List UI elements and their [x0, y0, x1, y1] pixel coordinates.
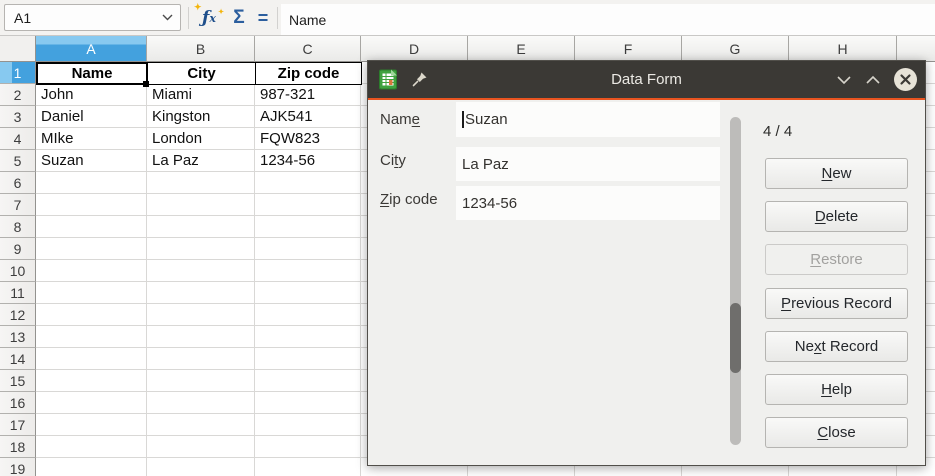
table-header-cell[interactable]: Zip code	[255, 62, 362, 85]
cell[interactable]: John	[37, 84, 146, 105]
next-record-button[interactable]: Next Record	[765, 331, 908, 362]
name-field[interactable]: Suzan	[456, 102, 720, 137]
column-header-E[interactable]: E	[468, 36, 575, 62]
column-header-partial[interactable]	[897, 36, 935, 62]
formula-bar: A1 ƒx Σ = Name	[0, 0, 935, 36]
name-box[interactable]: A1	[4, 4, 181, 31]
column-header-G[interactable]: G	[682, 36, 789, 62]
cell[interactable]: Suzan	[37, 150, 146, 171]
row-header-15[interactable]: 15	[0, 370, 36, 392]
zip-code-field-label: Zip code	[380, 191, 438, 208]
row-header-19[interactable]: 19	[0, 458, 36, 476]
dialog-title: Data Form	[611, 71, 682, 88]
data-form-dialog: Data Form Name Suzan City	[367, 60, 926, 466]
table-header-cell[interactable]: City	[147, 62, 256, 85]
row-header-7[interactable]: 7	[0, 194, 36, 216]
sum-icon[interactable]: Σ	[227, 4, 251, 32]
equals-icon[interactable]: =	[252, 4, 274, 32]
function-wizard-icon[interactable]: ƒx	[193, 4, 225, 32]
column-header-A[interactable]: A	[36, 36, 147, 62]
name-field-label: Name	[380, 111, 420, 128]
cell[interactable]: AJK541	[256, 106, 360, 127]
row-header-18[interactable]: 18	[0, 436, 36, 458]
row-header-14[interactable]: 14	[0, 348, 36, 370]
calc-document-icon	[378, 69, 398, 90]
cell[interactable]: Kingston	[148, 106, 254, 127]
column-header-C[interactable]: C	[255, 36, 361, 62]
cell[interactable]: 987-321	[256, 84, 360, 105]
cell-reference: A1	[5, 10, 162, 26]
column-header-F[interactable]: F	[575, 36, 682, 62]
pin-icon[interactable]	[411, 71, 428, 88]
close-button[interactable]: Close	[765, 417, 908, 448]
city-field[interactable]: La Paz	[456, 147, 720, 181]
cell[interactable]: La Paz	[148, 150, 254, 171]
calc-window: A1 ƒx Σ = Name	[0, 0, 935, 476]
dialog-body: Name Suzan City La Paz Zip code 1234-56 …	[368, 100, 925, 465]
row-header-6[interactable]: 6	[0, 172, 36, 194]
cell[interactable]: 1234-56	[256, 150, 360, 171]
table-header-cell[interactable]: Name	[36, 62, 148, 85]
column-header-D[interactable]: D	[361, 36, 468, 62]
new-button[interactable]: New	[765, 158, 908, 189]
restore-button[interactable]: Restore	[765, 244, 908, 275]
row-header-10[interactable]: 10	[0, 260, 36, 282]
cell[interactable]: London	[148, 128, 254, 149]
row-header-16[interactable]: 16	[0, 392, 36, 414]
toolbar-separator	[277, 7, 278, 29]
zip-code-field[interactable]: 1234-56	[456, 186, 720, 220]
roll-down-chevron-icon[interactable]	[836, 75, 852, 85]
grid-vline	[360, 62, 361, 476]
row-header-9[interactable]: 9	[0, 238, 36, 260]
previous-record-button[interactable]: Previous Record	[765, 288, 908, 319]
row-header-3[interactable]: 3	[0, 106, 36, 128]
scrollbar-track[interactable]	[730, 117, 741, 445]
row-header-1[interactable]: 1	[0, 62, 36, 84]
row-header-17[interactable]: 17	[0, 414, 36, 436]
delete-button[interactable]: Delete	[765, 201, 908, 232]
column-header-H[interactable]: H	[789, 36, 897, 62]
name-box-dropdown-icon[interactable]	[162, 14, 173, 21]
cell[interactable]: Daniel	[37, 106, 146, 127]
column-header-B[interactable]: B	[147, 36, 255, 62]
text-cursor	[462, 111, 464, 128]
row-header-2[interactable]: 2	[0, 84, 36, 106]
help-button[interactable]: Help	[765, 374, 908, 405]
city-field-label: City	[380, 152, 406, 169]
row-header-13[interactable]: 13	[0, 326, 36, 348]
row-header-8[interactable]: 8	[0, 216, 36, 238]
cell[interactable]: MIke	[37, 128, 146, 149]
cell[interactable]: Miami	[148, 84, 254, 105]
selection-fill-handle[interactable]	[143, 81, 149, 87]
close-icon[interactable]	[894, 68, 917, 91]
select-all-corner[interactable]	[0, 36, 36, 62]
row-header-4[interactable]: 4	[0, 128, 36, 150]
row-header-11[interactable]: 11	[0, 282, 36, 304]
scrollbar-thumb[interactable]	[730, 303, 741, 373]
toolbar-separator	[188, 7, 189, 29]
row-header-5[interactable]: 5	[0, 150, 36, 172]
formula-input[interactable]: Name	[281, 4, 935, 35]
grid-vline	[146, 62, 147, 476]
record-counter: 4 / 4	[763, 123, 792, 140]
cell[interactable]: FQW823	[256, 128, 360, 149]
dialog-titlebar[interactable]: Data Form	[368, 61, 925, 98]
row-header-12[interactable]: 12	[0, 304, 36, 326]
roll-up-chevron-icon[interactable]	[865, 75, 881, 85]
grid-vline	[254, 62, 255, 476]
